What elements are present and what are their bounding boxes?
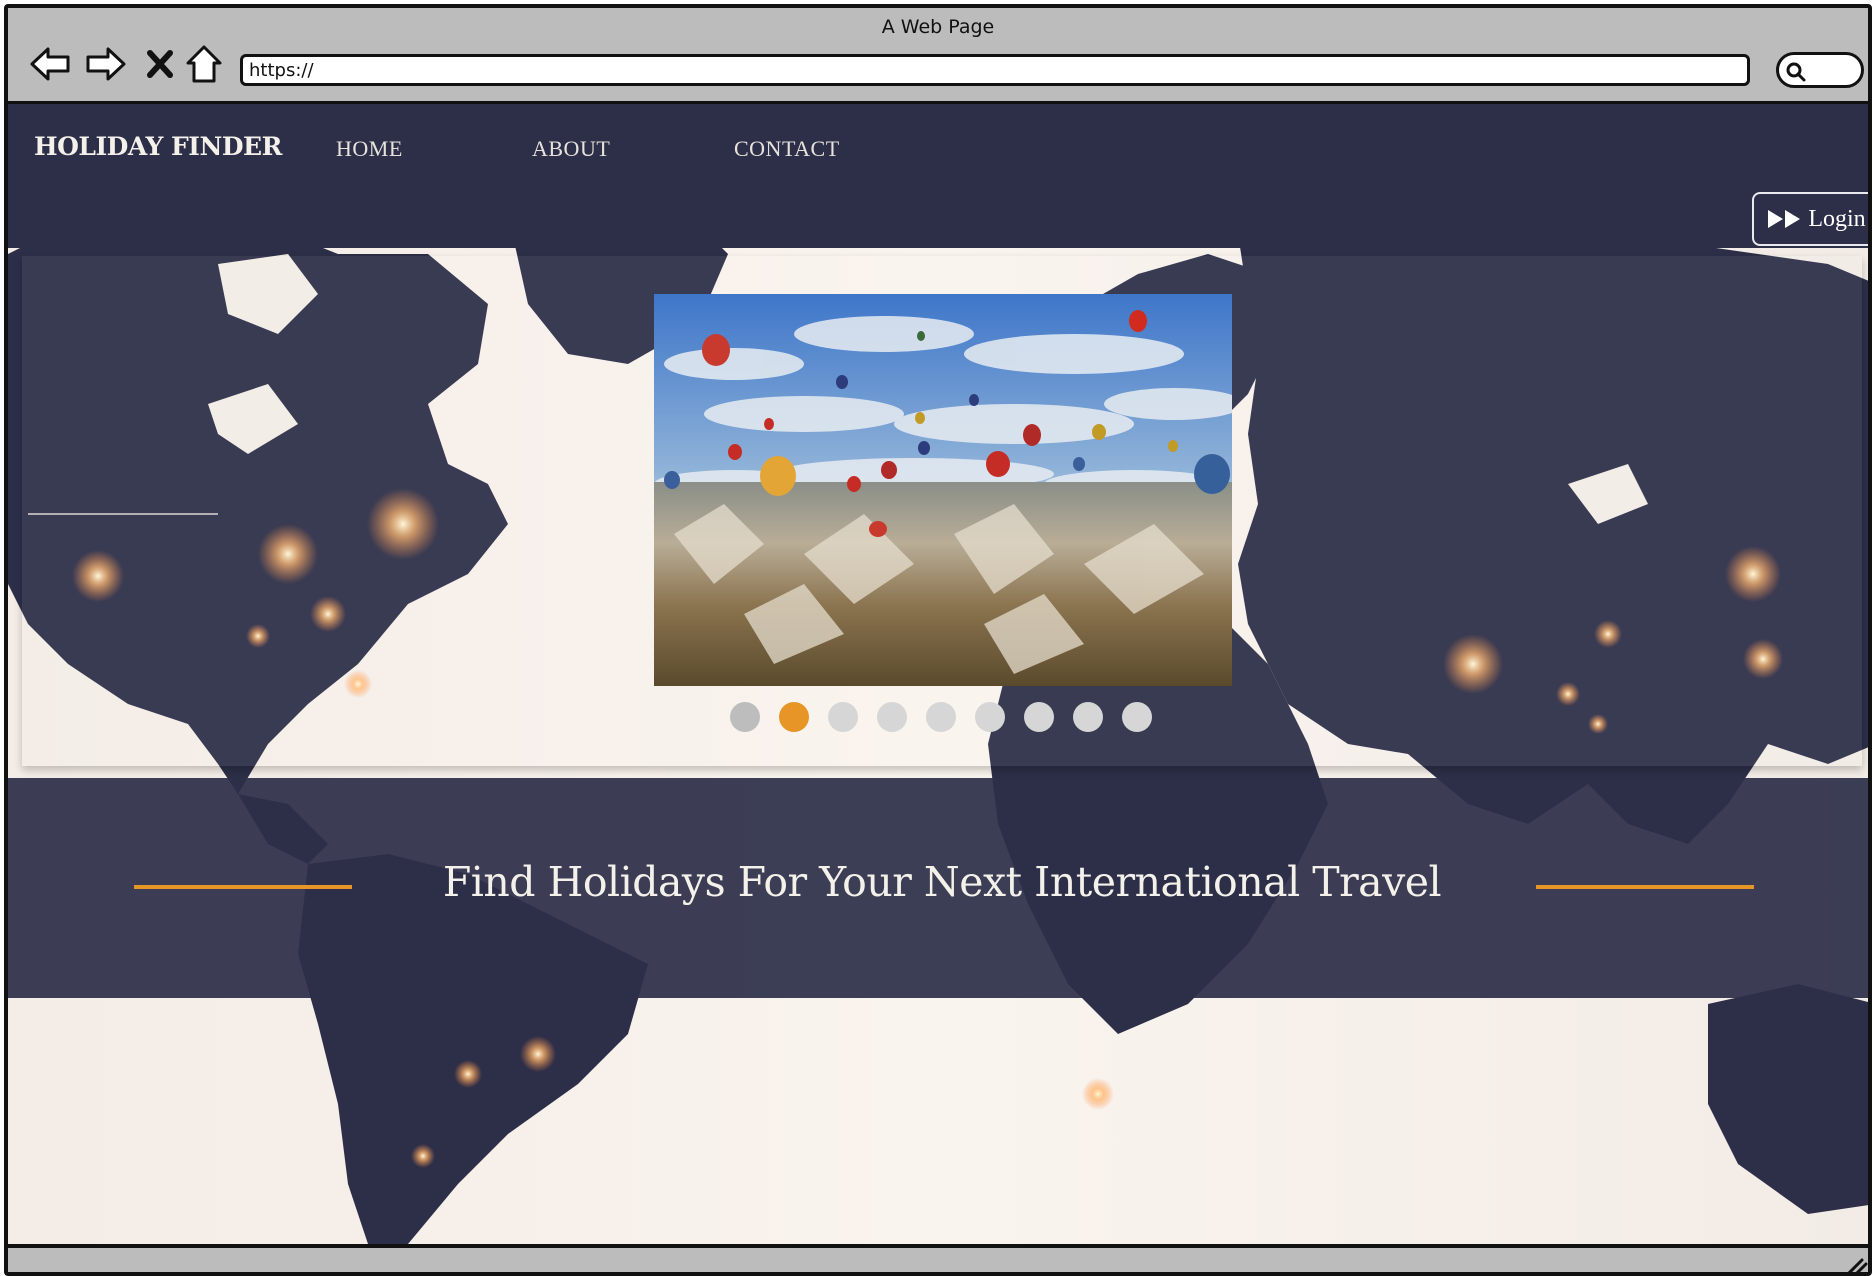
page-viewport: HOLIDAY FINDER HOME ABOUT CONTACT Login xyxy=(8,104,1868,1244)
tagline-heading: Find Holidays For Your Next Internationa… xyxy=(442,858,1442,906)
login-label: Login xyxy=(1808,205,1866,232)
address-bar[interactable]: https:// xyxy=(240,54,1750,86)
fast-forward-icon xyxy=(1768,210,1801,228)
carousel-pagination xyxy=(730,702,1152,736)
back-arrow-icon[interactable] xyxy=(26,42,74,86)
nav-home-link[interactable]: HOME xyxy=(336,136,403,162)
hot-air-balloons-image xyxy=(654,294,1232,686)
site-header: HOLIDAY FINDER HOME ABOUT CONTACT Login xyxy=(8,104,1868,248)
nav-contact-link[interactable]: CONTACT xyxy=(734,136,840,162)
carousel-dot[interactable] xyxy=(1024,702,1054,732)
site-logo[interactable]: HOLIDAY FINDER xyxy=(34,132,282,161)
carousel-dot[interactable] xyxy=(877,702,907,732)
browser-window: A Web Page https:// HOLIDAY FINDER HOME … xyxy=(4,4,1872,1276)
search-field[interactable] xyxy=(1776,52,1864,88)
carousel-dot[interactable] xyxy=(1122,702,1152,732)
carousel-dot[interactable] xyxy=(975,702,1005,732)
login-button[interactable]: Login xyxy=(1752,192,1868,246)
carousel-dot[interactable] xyxy=(828,702,858,732)
browser-toolbar: A Web Page https:// xyxy=(8,8,1868,104)
carousel-dot-active[interactable] xyxy=(779,702,809,732)
forward-arrow-icon[interactable] xyxy=(82,42,130,86)
carousel-slide-image[interactable] xyxy=(654,294,1232,686)
close-icon[interactable] xyxy=(136,42,184,86)
accent-divider-right xyxy=(1536,885,1754,889)
browser-status-bar xyxy=(8,1244,1868,1276)
home-icon[interactable] xyxy=(180,42,228,86)
window-title: A Web Page xyxy=(881,16,995,38)
resize-grip-icon[interactable] xyxy=(1842,1254,1868,1276)
tagline-banner: Find Holidays For Your Next Internationa… xyxy=(8,778,1868,998)
carousel-dot[interactable] xyxy=(1073,702,1103,732)
carousel-dot[interactable] xyxy=(926,702,956,732)
search-icon xyxy=(1786,62,1806,82)
carousel-dot[interactable] xyxy=(730,702,760,732)
nav-about-link[interactable]: ABOUT xyxy=(532,136,610,162)
